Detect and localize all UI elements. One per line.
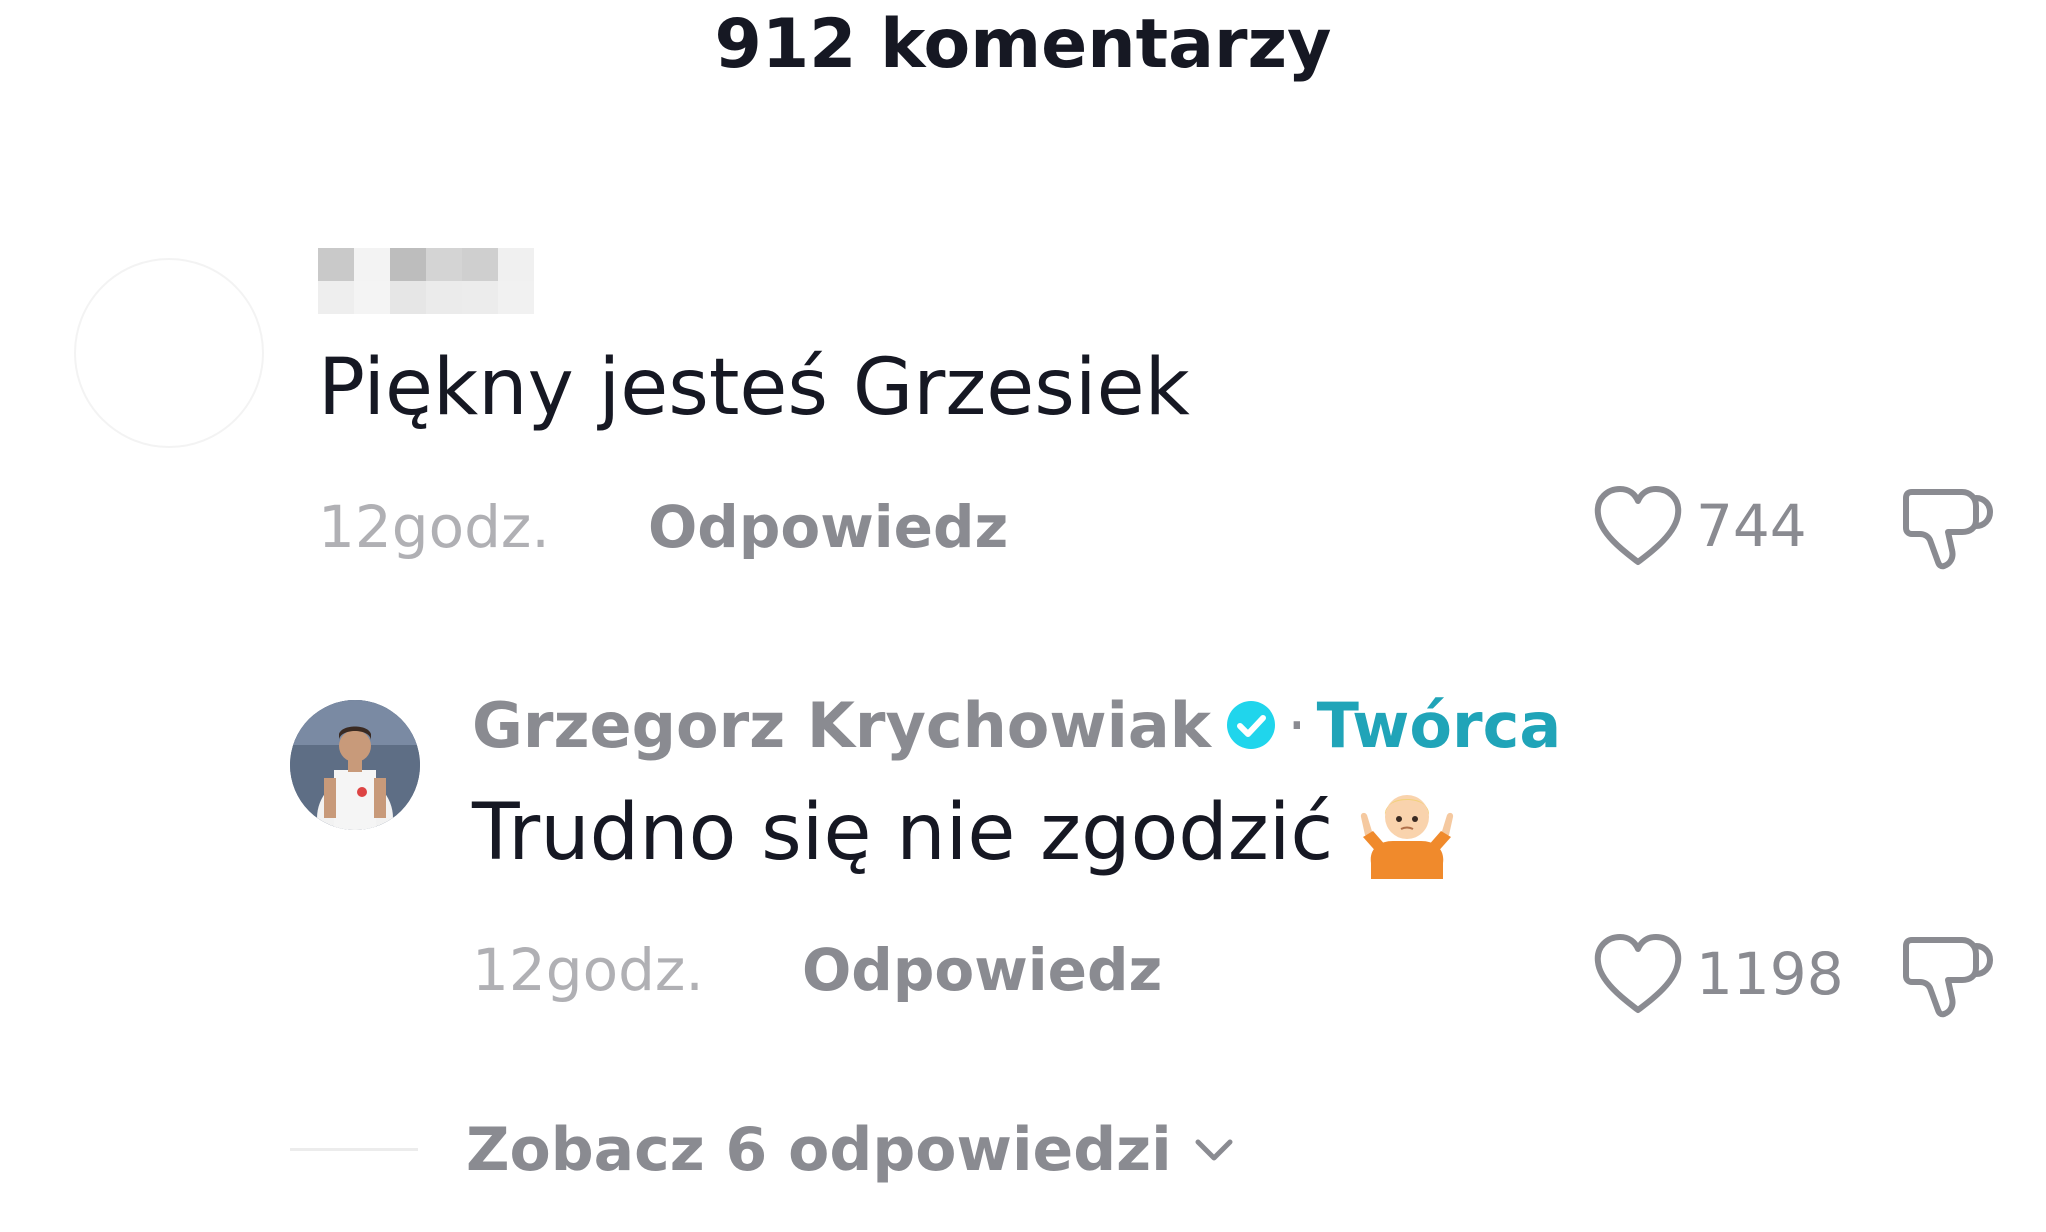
chevron-down-icon [1195,1139,1233,1161]
reply-timestamp: 12godz. [472,936,704,1004]
person-shrugging-emoji-icon [1361,795,1454,879]
creator-badge: Twórca [1316,688,1562,762]
avatar[interactable] [74,258,264,448]
creator-avatar[interactable] [290,700,420,830]
reply-header: Grzegorz Krychowiak · Twórca [472,685,1561,765]
username-blurred[interactable] [318,248,534,314]
reply-text: Trudno się nie zgodzić [472,788,1334,878]
reply-text-row: Trudno się nie zgodzić [472,785,1457,881]
comment-timestamp: 12godz. [318,493,550,561]
verified-badge-icon [1226,701,1275,749]
reply-like-count: 1198 [1696,940,1844,1008]
dislike-button[interactable] [1900,478,1996,574]
heart-icon [1594,934,1682,1013]
reply-to-reply-button[interactable]: Odpowiedz [802,935,1162,1005]
comments-count-title: 912 komentarzy [714,5,1332,84]
reply-button[interactable]: Odpowiedz [648,492,1008,562]
avatar-photo-image [290,700,420,830]
heart-icon [1594,486,1682,565]
view-replies-button[interactable]: Zobacz 6 odpowiedzi [466,1114,1236,1186]
like-count: 744 [1696,492,1807,560]
thumbs-down-icon [1903,937,1994,1018]
separator-dot: · [1286,688,1307,762]
view-replies-label: Zobacz 6 odpowiedzi [466,1115,1172,1185]
thumbs-down-icon [1903,489,1994,570]
comment-text: Piękny jesteś Grzesiek [318,343,1190,433]
reply-like-button[interactable]: 1198 [1592,926,1844,1022]
reply-dislike-button[interactable] [1900,926,1996,1022]
replies-divider [290,1148,418,1151]
like-button[interactable]: 744 [1592,478,1807,574]
creator-username[interactable]: Grzegorz Krychowiak [472,689,1211,762]
